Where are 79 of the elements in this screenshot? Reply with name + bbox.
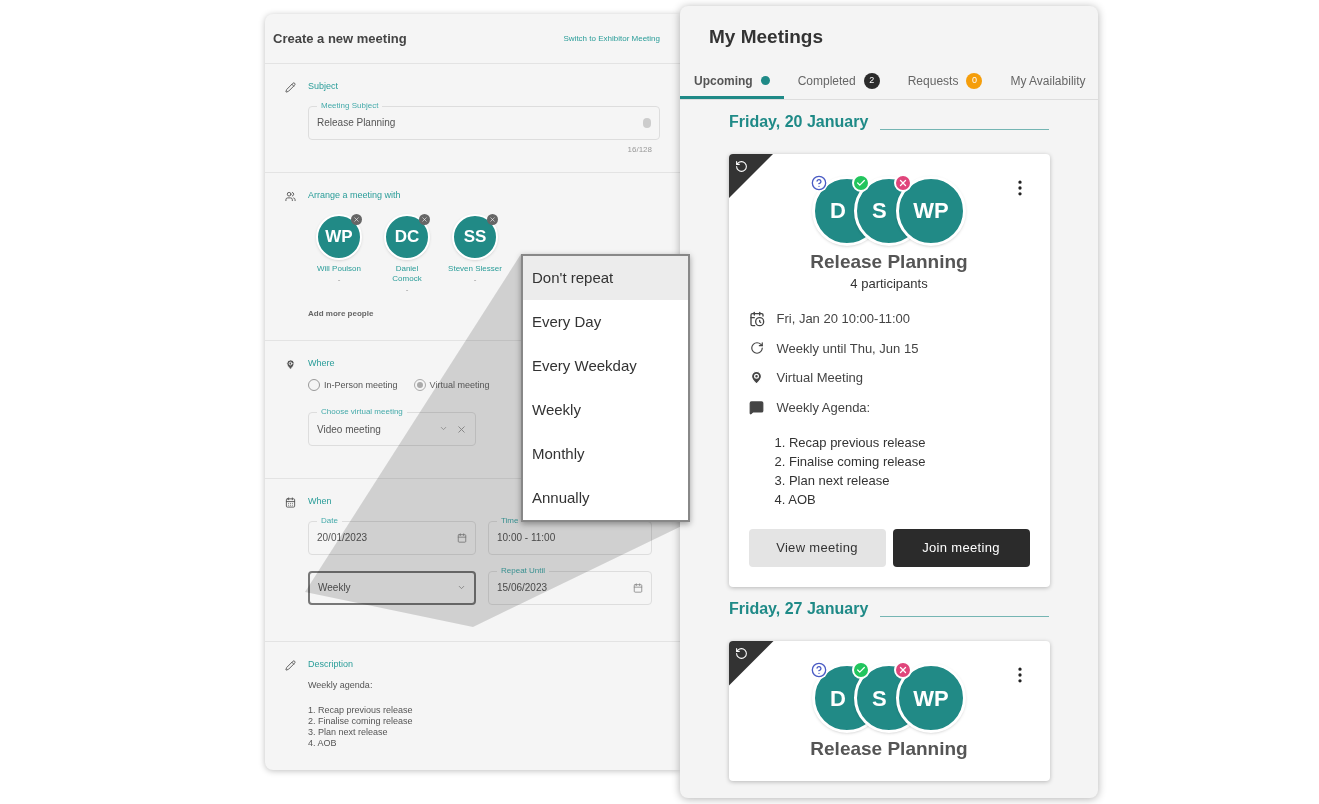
menu-option[interactable]: Weekly [523, 388, 688, 432]
pencil-icon [285, 659, 296, 671]
person-note: - [337, 274, 341, 286]
description-item: 4. AOB [308, 737, 337, 749]
participant-count: 4 participants [849, 274, 929, 293]
agenda-item: 3. Plan next release [774, 472, 891, 490]
character-counter: 16/128 [627, 143, 653, 156]
people-icon [285, 190, 296, 202]
person-name: Daniel Comock [391, 264, 423, 284]
remove-icon[interactable] [419, 214, 430, 225]
field-value: 10:00 - 11:00 [497, 531, 557, 545]
field-value: Weekly [318, 581, 352, 595]
person-name: Steven Slesser [448, 264, 502, 274]
calendar-icon[interactable] [633, 582, 643, 593]
date-heading: Friday, 27 January [729, 599, 869, 619]
calendar-icon [748, 310, 765, 327]
detail-text: Weekly until Thu, Jun 15 [776, 339, 919, 358]
menu-option[interactable]: Monthly [523, 432, 688, 476]
calendar-icon [285, 497, 296, 508]
menu-option[interactable]: Every Weekday [523, 344, 688, 388]
input-field[interactable]: Weekly [308, 570, 476, 605]
field-value: Release Planning [317, 116, 397, 130]
panel-title: My Meetings [708, 25, 825, 49]
section-label: Arrange a meeting with [308, 188, 401, 202]
tab[interactable]: My Availability [996, 65, 1098, 99]
location-pin-icon [749, 370, 764, 386]
add-people-link[interactable]: Add more people [308, 308, 374, 320]
field-label: Date [317, 515, 342, 526]
tab[interactable]: Requests 0 [893, 65, 997, 99]
avatar: WP [896, 663, 966, 733]
tab[interactable]: Completed 2 [783, 65, 894, 99]
menu-option[interactable]: Annually [523, 476, 688, 520]
avatar: WP [316, 214, 362, 260]
field-value: 20/01/2023 [317, 531, 369, 545]
person-note: - [473, 274, 477, 286]
field-label: Meeting Subject [317, 100, 383, 111]
remove-icon[interactable] [487, 214, 498, 225]
calendar-icon[interactable] [457, 532, 467, 543]
meeting-title: Release Planning [809, 737, 969, 761]
description-item: 3. Plan next release [308, 726, 388, 738]
section-label: When [308, 495, 332, 508]
section-label: Subject [308, 80, 339, 93]
detail-text: Fri, Jan 20 10:00-11:00 [776, 310, 910, 328]
count-badge: 0 [966, 72, 983, 89]
agenda-item: 4. AOB [774, 491, 817, 509]
join-meeting-button[interactable]: Join meeting [892, 529, 1030, 567]
date-heading: Friday, 20 January [729, 111, 869, 132]
section-label: Where [308, 357, 335, 370]
avatar: SS [452, 214, 498, 260]
agenda-item: 1. Recap previous release [774, 434, 927, 452]
form-title: Create a new meeting [273, 29, 407, 48]
detail-text: Weekly Agenda: [776, 398, 871, 417]
detail-text: Virtual Meeting [776, 369, 863, 387]
avatar: DC [384, 214, 430, 260]
count-badge: 2 [863, 72, 880, 89]
meeting-title: Release Planning [809, 249, 969, 274]
chat-icon [749, 399, 764, 415]
field-label: Repeat Until [497, 565, 550, 576]
description-item: 1. Recap previous release [308, 704, 413, 716]
radio-label: Virtual meeting [429, 378, 490, 392]
view-meeting-button[interactable]: View meeting [748, 529, 886, 567]
person-note: - [405, 284, 409, 296]
description-text: Weekly agenda: [308, 679, 373, 692]
repeat-icon [749, 341, 764, 356]
field-value: Video meeting [317, 422, 382, 437]
location-pin-icon [285, 359, 296, 370]
remove-icon[interactable] [351, 214, 362, 225]
radio-label: In-Person meeting [324, 378, 398, 392]
menu-option[interactable]: Every Day [523, 300, 688, 344]
field-label: Choose virtual meeting [317, 407, 407, 417]
description-item: 2. Finalise coming release [308, 715, 413, 727]
pencil-icon [285, 82, 296, 93]
tab[interactable]: Upcoming [680, 65, 784, 99]
menu-option[interactable]: Don't repeat [523, 256, 688, 300]
agenda-item: 2. Finalise coming release [774, 453, 927, 471]
field-value: 15/06/2023 [497, 581, 549, 595]
section-label: Description [308, 657, 354, 671]
person-name: Will Poulson [317, 264, 361, 274]
field-label: Time [497, 515, 523, 526]
